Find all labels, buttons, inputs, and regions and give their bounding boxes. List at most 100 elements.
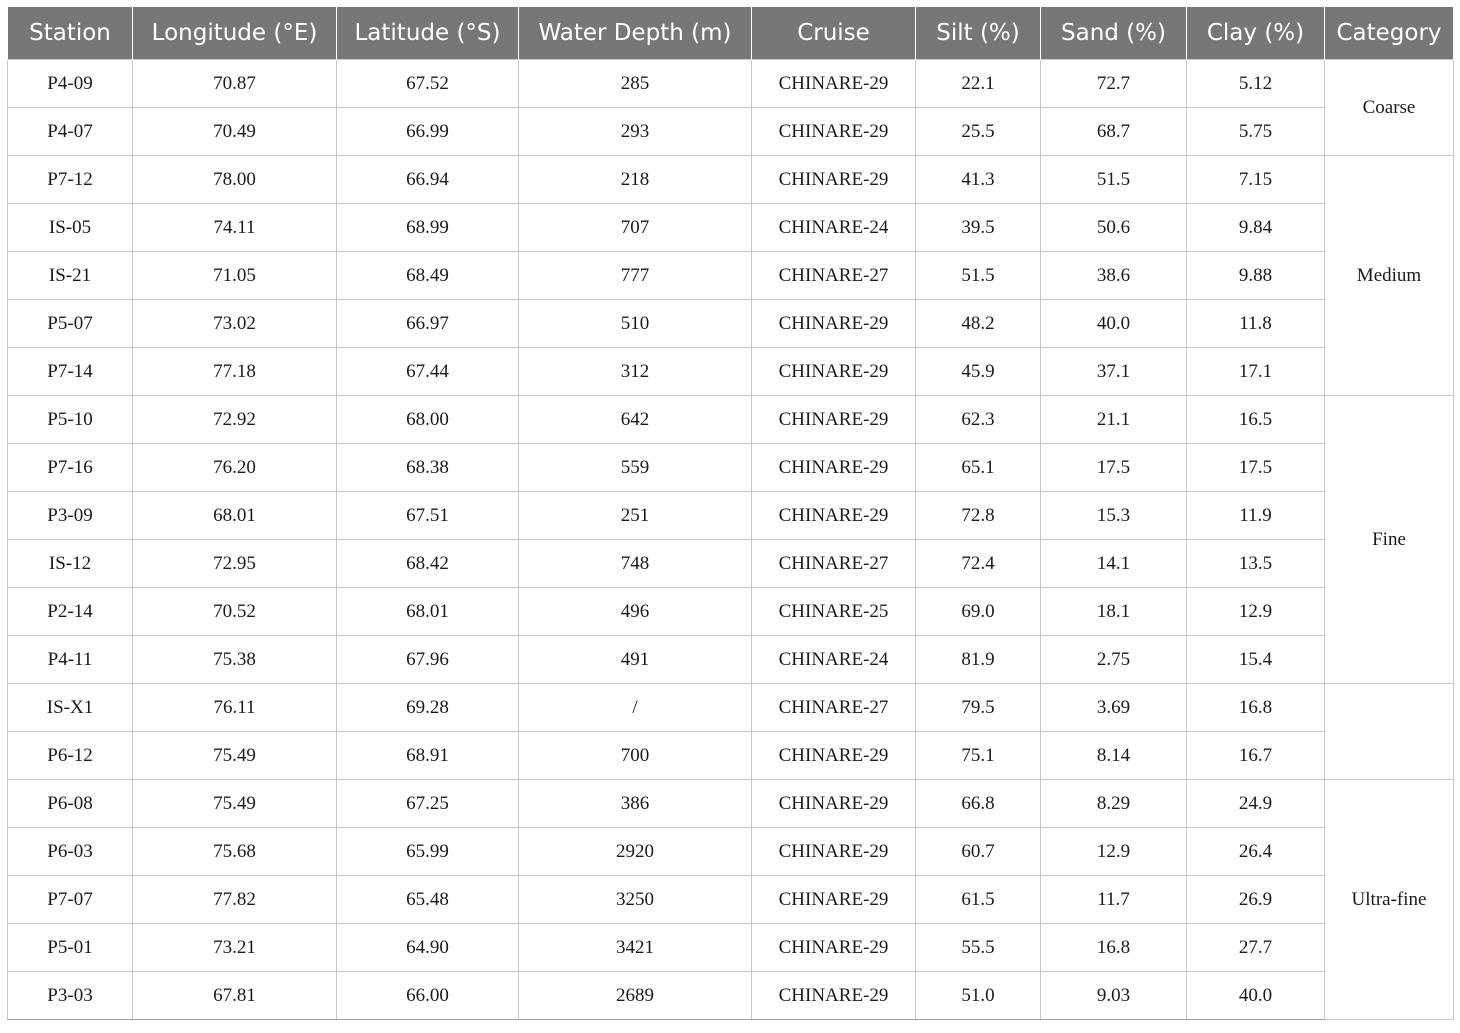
table-cell: 66.8 xyxy=(915,779,1041,828)
column-header: Clay (%) xyxy=(1186,7,1325,60)
table-row: P5-07 73.02 66.97 510 CHINARE-29 48.2 40.0 11.8 xyxy=(7,299,1454,348)
table-row: P5-10 72.92 68.00 642 CHINARE-29 62.3 21.1 16.5… xyxy=(7,395,1454,684)
table-row: P3-03 67.81 66.00 2689 CHINARE-29 51.0 9.03 40.… xyxy=(7,971,1454,1020)
table-cell: 285 xyxy=(518,59,752,108)
table-cell: 73.21 xyxy=(132,923,337,972)
column-header: Silt (%) xyxy=(915,7,1041,60)
table-cell: 12.9 xyxy=(1186,587,1325,636)
table-cell: 16.5 xyxy=(1186,395,1325,444)
table-cell: 491 xyxy=(518,635,752,684)
table-cell: 71.05 xyxy=(132,251,337,300)
table-cell: 66.00 xyxy=(336,971,519,1020)
table-cell: 3250 xyxy=(518,875,752,924)
data-table: Station Longitude (°E) Latitude (°S) Water … xyxy=(7,7,1454,1020)
table-cell: 67.25 xyxy=(336,779,519,828)
table-cell: 2.75 xyxy=(1040,635,1187,684)
table-cell: 707 xyxy=(518,203,752,252)
table-cell: 12.9 xyxy=(1040,827,1187,876)
table-row: P4-09 70.87 67.52 285 CHINARE-29 22.1 72.7 5.12… xyxy=(7,59,1454,156)
table-cell: IS-X1 xyxy=(7,683,133,732)
table-cell: 2920 xyxy=(518,827,752,876)
table-cell: 70.87 xyxy=(132,59,337,108)
table-cell: 38.6 xyxy=(1040,251,1187,300)
table-cell: P5-10 xyxy=(7,395,133,444)
table-cell: 72.4 xyxy=(915,539,1041,588)
table-cell: P6-03 xyxy=(7,827,133,876)
table-cell: P3-03 xyxy=(7,971,133,1020)
table-cell: 64.90 xyxy=(336,923,519,972)
table-cell: 76.11 xyxy=(132,683,337,732)
table-cell: 60.7 xyxy=(915,827,1041,876)
table-cell: 61.5 xyxy=(915,875,1041,924)
table-cell: 65.1 xyxy=(915,443,1041,492)
table-cell: P4-09 xyxy=(7,59,133,108)
table-cell: P4-11 xyxy=(7,635,133,684)
table-cell: 68.49 xyxy=(336,251,519,300)
table-row: IS-X1 76.11 69.28/CHINARE-27 79.5 3.69 16.8 xyxy=(7,683,1454,780)
table-cell: 11.9 xyxy=(1186,491,1325,540)
table-cell: 15.4 xyxy=(1186,635,1325,684)
table-row: P6-12 75.49 68.91 700 CHINARE-29 75.1 8.14 16.7 xyxy=(7,731,1454,780)
table-cell: 67.44 xyxy=(336,347,519,396)
table-cell: CHINARE-29 xyxy=(751,923,916,972)
table-cell: P6-08 xyxy=(7,779,133,828)
table-cell: CHINARE-24 xyxy=(751,635,916,684)
table-cell: 68.91 xyxy=(336,731,519,780)
table-row: P6-08 75.49 67.25 386 CHINARE-29 66.8 8.29 24.9… xyxy=(7,779,1454,1020)
table-cell: P6-12 xyxy=(7,731,133,780)
table-cell: 75.49 xyxy=(132,779,337,828)
table-cell: CHINARE-29 xyxy=(751,395,916,444)
table-row: IS-12 72.95 68.42 748 CHINARE-27 72.4 14.1 13.5 xyxy=(7,539,1454,588)
table-cell: P7-07 xyxy=(7,875,133,924)
table-cell: 73.02 xyxy=(132,299,337,348)
table-row: P7-07 77.82 65.48 3250 CHINARE-29 61.5 11.7 26.… xyxy=(7,875,1454,924)
table-cell: 312 xyxy=(518,347,752,396)
table-cell: 9.84 xyxy=(1186,203,1325,252)
table-cell: 510 xyxy=(518,299,752,348)
table-cell: CHINARE-29 xyxy=(751,779,916,828)
header-row: Station Longitude (°E) Latitude (°S) Water … xyxy=(7,7,1454,60)
table-cell: 75.1 xyxy=(915,731,1041,780)
column-header: Sand (%) xyxy=(1040,7,1187,60)
table-cell: CHINARE-27 xyxy=(751,683,916,732)
category-cell: Fine xyxy=(1324,395,1454,684)
table-cell: 40.0 xyxy=(1040,299,1187,348)
table-cell: 79.5 xyxy=(915,683,1041,732)
table-cell: 70.49 xyxy=(132,107,337,156)
table-cell: 17.1 xyxy=(1186,347,1325,396)
table-cell: 67.96 xyxy=(336,635,519,684)
table-row: P3-09 68.01 67.51 251 CHINARE-29 72.8 15.3 11.9 xyxy=(7,491,1454,540)
table-cell: P3-09 xyxy=(7,491,133,540)
table-cell: IS-05 xyxy=(7,203,133,252)
table-cell: 68.00 xyxy=(336,395,519,444)
table-cell: IS-12 xyxy=(7,539,133,588)
table-row: P5-01 73.21 64.90 3421 CHINARE-29 55.5 16.8 27.… xyxy=(7,923,1454,972)
table-cell: CHINARE-29 xyxy=(751,107,916,156)
table-cell: CHINARE-29 xyxy=(751,971,916,1020)
table-cell: 2689 xyxy=(518,971,752,1020)
table-cell: / xyxy=(518,683,752,732)
column-header: Cruise xyxy=(751,7,916,60)
table-cell: 50.6 xyxy=(1040,203,1187,252)
table-row: P7-12 78.00 66.94 218 CHINARE-29 41.3 51.5 7.15… xyxy=(7,155,1454,396)
table-cell: 40.0 xyxy=(1186,971,1325,1020)
table-cell: CHINARE-25 xyxy=(751,587,916,636)
table-cell: 76.20 xyxy=(132,443,337,492)
table-cell: 66.94 xyxy=(336,155,519,204)
table-cell: 218 xyxy=(518,155,752,204)
table-cell: 14.1 xyxy=(1040,539,1187,588)
table-cell: 68.99 xyxy=(336,203,519,252)
table-cell: 21.1 xyxy=(1040,395,1187,444)
table-cell: 386 xyxy=(518,779,752,828)
category-cell xyxy=(1324,683,1454,780)
table-cell: 67.52 xyxy=(336,59,519,108)
table-cell: 9.03 xyxy=(1040,971,1187,1020)
table-cell: 700 xyxy=(518,731,752,780)
table-cell: 37.1 xyxy=(1040,347,1187,396)
table-cell: CHINARE-27 xyxy=(751,251,916,300)
table-cell: 75.38 xyxy=(132,635,337,684)
table-cell: CHINARE-27 xyxy=(751,539,916,588)
table-cell: 251 xyxy=(518,491,752,540)
table-cell: 67.51 xyxy=(336,491,519,540)
table-cell: 26.4 xyxy=(1186,827,1325,876)
